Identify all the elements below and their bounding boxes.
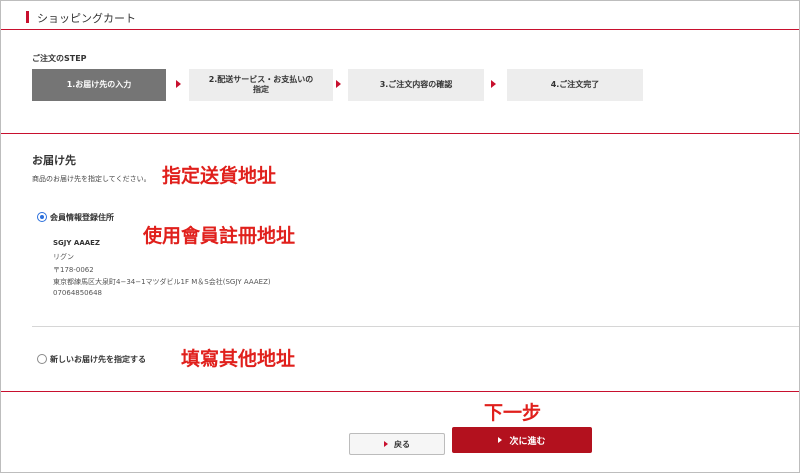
annotation-next-step: 下一步 [484, 402, 542, 424]
page-title: ショッピングカート [37, 12, 136, 25]
step-2-shipping-payment: 2.配送サービス・お支払いの 指定 [189, 69, 333, 101]
chevron-right-icon [498, 437, 503, 443]
back-button[interactable]: 戻る [349, 433, 445, 455]
step-1-label: 1.お届け先の入力 [66, 80, 132, 89]
header-accent-bar [26, 11, 29, 23]
page-frame: ショッピングカート ご注文のSTEP 1.お届け先の入力 2.配送サービス・お支… [0, 0, 800, 473]
annotation-use-member-address: 使用會員註冊地址 [143, 225, 296, 247]
step-3-confirm: 3.ご注文内容の確認 [348, 69, 484, 101]
annotation-other-address: 填寫其他地址 [181, 348, 296, 370]
footer-divider [1, 391, 799, 392]
member-address-label[interactable]: 会員情報登録住所 [50, 212, 114, 223]
annotation-specify-address: 指定送貨地址 [162, 165, 277, 187]
section-divider [1, 133, 799, 134]
page-header: ショッピングカート [1, 1, 799, 30]
next-button-label: 次に進む [509, 436, 546, 447]
step-arrow-icon [176, 80, 181, 88]
step-arrow-icon [336, 80, 341, 88]
member-phone: 07064850648 [53, 289, 102, 297]
delivery-section-title: お届け先 [32, 154, 76, 167]
member-name-kana: リグン [53, 253, 74, 261]
option-divider [32, 326, 799, 327]
step-2-label: 2.配送サービス・お支払いの 指定 [208, 75, 314, 94]
next-button[interactable]: 次に進む [452, 427, 592, 453]
member-name: SGJY AAAEZ [53, 239, 101, 247]
member-postal-code: 〒178-0062 [53, 266, 94, 274]
step-1-delivery: 1.お届け先の入力 [32, 69, 166, 101]
new-address-label[interactable]: 新しいお届け先を指定する [50, 354, 146, 365]
step-caption: ご注文のSTEP [32, 54, 87, 63]
back-button-label: 戻る [394, 439, 410, 449]
step-4-complete: 4.ご注文完了 [507, 69, 643, 101]
step-arrow-icon [491, 80, 496, 88]
member-address: 東京都練馬区大泉町4−34−1マツダビル1F M＆S会社(SGJY AAAEZ) [53, 278, 271, 286]
chevron-right-icon [384, 441, 388, 447]
step-4-label: 4.ご注文完了 [550, 80, 600, 89]
member-address-radio[interactable] [37, 212, 47, 222]
step-3-label: 3.ご注文内容の確認 [379, 80, 453, 89]
new-address-radio[interactable] [37, 354, 47, 364]
delivery-section-description: 商品のお届け先を指定してください。 [32, 175, 151, 183]
